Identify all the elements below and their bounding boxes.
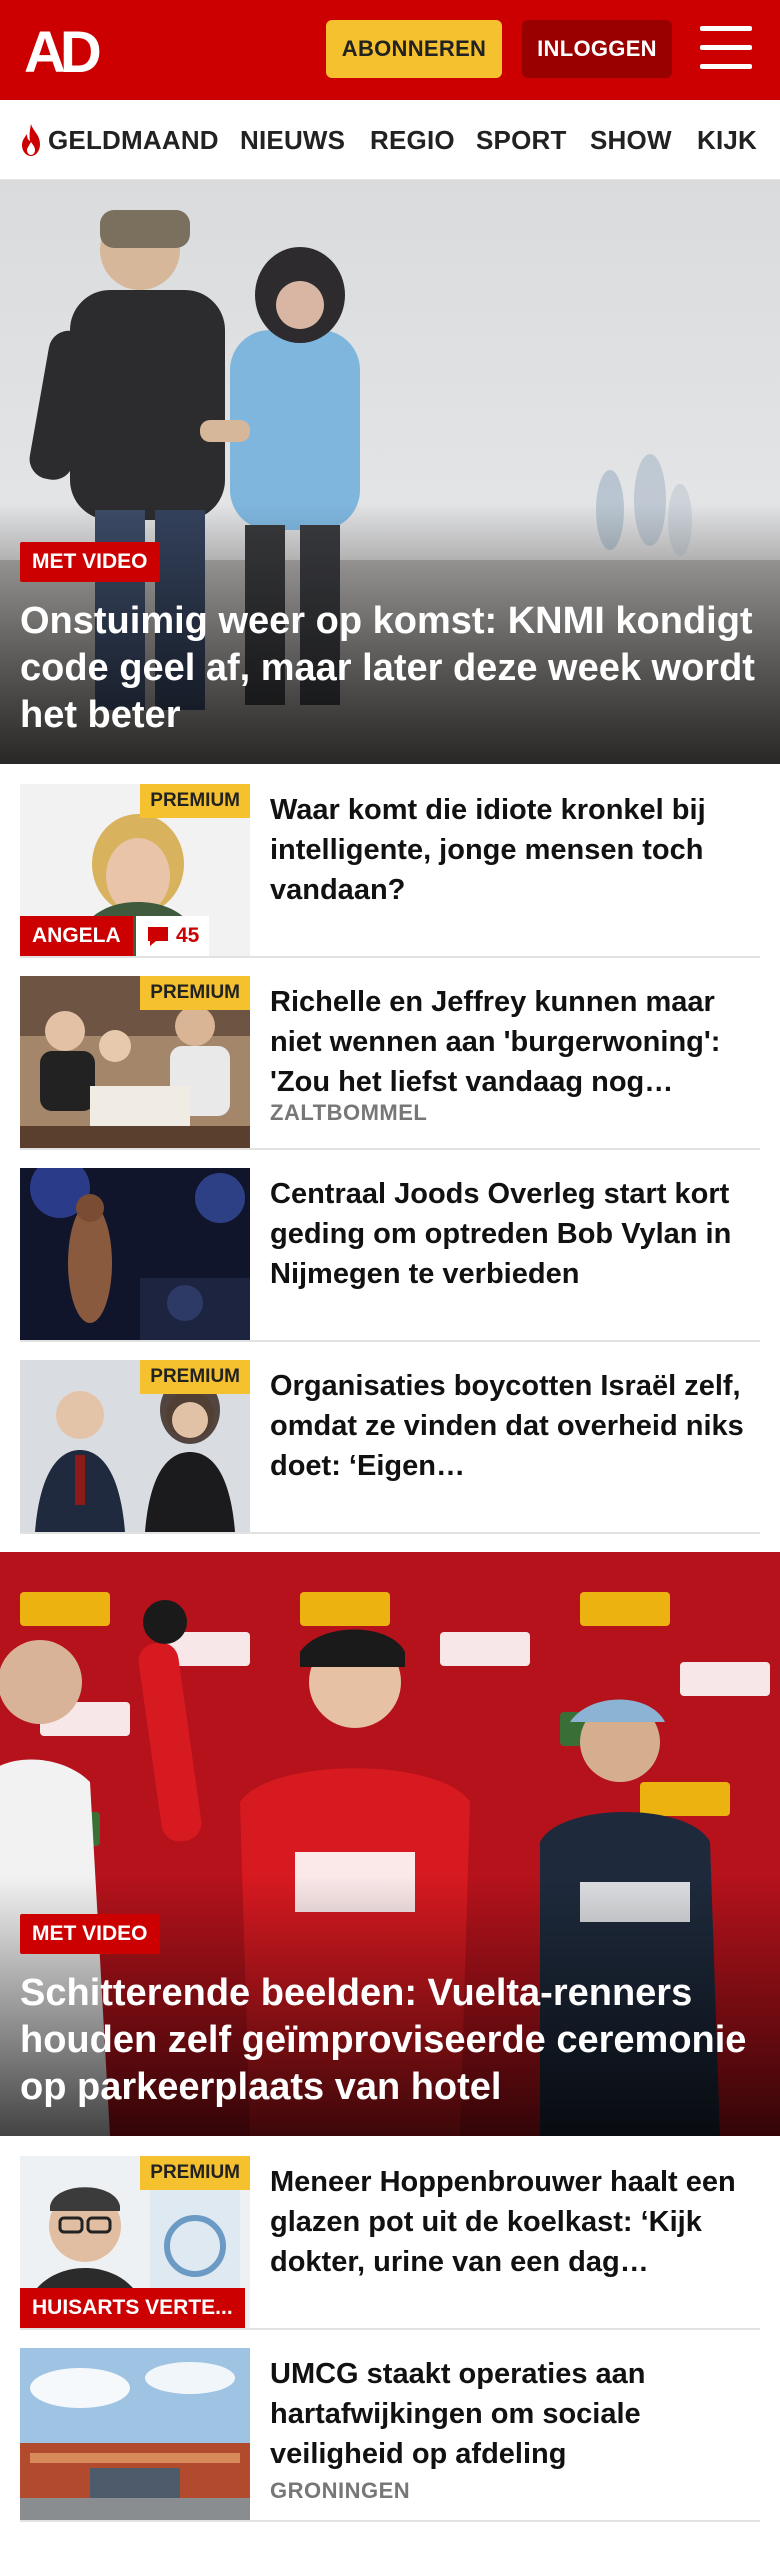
article-title[interactable]: Waar komt die idiote kronkel bij intelli…	[270, 790, 750, 910]
comment-bubble-icon	[148, 927, 168, 946]
subscribe-button[interactable]: ABONNEREN	[326, 20, 502, 78]
list-item[interactable]: Centraal Joods Overleg start kort geding…	[20, 1168, 760, 1342]
nav-item-regio[interactable]: REGIO	[370, 100, 455, 179]
premium-badge: PREMIUM	[140, 2156, 250, 2190]
nav-item-geldmaand[interactable]: GELDMAAND	[18, 100, 219, 179]
article-thumbnail: PREMIUM HUISARTS VERTE...	[20, 2156, 250, 2328]
list-item[interactable]: PREMIUM ANGELA 45 Waar komt die idiote k…	[20, 784, 760, 958]
top-header: AD ABONNEREN INLOGGEN	[0, 0, 780, 100]
series-tag: HUISARTS VERTE...	[20, 2288, 245, 2328]
hero-article-weather[interactable]: MET VIDEO Onstuimig weer op komst: KNMI …	[0, 180, 780, 764]
hero-title[interactable]: Schitterende beelden: Vuelta-renners hou…	[20, 1970, 760, 2111]
ad-logo[interactable]: AD	[24, 22, 116, 78]
article-thumbnail: PREMIUM ANGELA 45	[20, 784, 250, 956]
premium-badge: PREMIUM	[140, 1360, 250, 1394]
columnist-tag: ANGELA	[20, 916, 133, 956]
flame-icon	[22, 124, 40, 156]
list-item[interactable]: PREMIUM Richelle en Jeffrey kunnen maar …	[20, 976, 760, 1150]
video-badge: MET VIDEO	[20, 1914, 160, 1954]
article-title[interactable]: Richelle en Jeffrey kunnen maar niet wen…	[270, 982, 750, 1102]
nav-item-sport[interactable]: SPORT	[476, 100, 567, 179]
article-thumbnail	[20, 2348, 250, 2520]
nav-label: GELDMAAND	[48, 124, 219, 155]
hero-title[interactable]: Onstuimig weer op komst: KNMI kondigt co…	[20, 598, 760, 739]
hospital-building-photo	[20, 2348, 250, 2520]
hero-article-vuelta[interactable]: MET VIDEO Schitterende beelden: Vuelta-r…	[0, 1552, 780, 2136]
nav-item-nieuws[interactable]: NIEUWS	[240, 100, 345, 179]
video-badge: MET VIDEO	[20, 542, 160, 582]
article-location: GRONINGEN	[270, 2478, 411, 2503]
premium-badge: PREMIUM	[140, 976, 250, 1010]
article-location: ZALTBOMMEL	[270, 1100, 428, 1125]
article-title[interactable]: Organisaties boycotten Israël zelf, omda…	[270, 1366, 750, 1486]
article-title[interactable]: UMCG staakt operaties aan hartafwijkinge…	[270, 2354, 750, 2474]
article-thumbnail: PREMIUM	[20, 1360, 250, 1532]
article-thumbnail: PREMIUM	[20, 976, 250, 1148]
article-title[interactable]: Meneer Hoppenbrouwer haalt een glazen po…	[270, 2162, 750, 2282]
article-thumbnail	[20, 1168, 250, 1340]
list-item[interactable]: PREMIUM HUISARTS VERTE... Meneer Hoppenb…	[20, 2156, 760, 2330]
list-item[interactable]: PREMIUM Organisaties boycotten Israël ze…	[20, 1360, 760, 1534]
concert-photo	[20, 1168, 250, 1340]
comment-count[interactable]: 45	[136, 916, 210, 956]
login-button[interactable]: INLOGGEN	[522, 20, 672, 78]
svg-text:AD: AD	[24, 22, 100, 78]
premium-badge: PREMIUM	[140, 784, 250, 818]
list-item[interactable]: UMCG staakt operaties aan hartafwijkinge…	[20, 2348, 760, 2522]
article-title[interactable]: Centraal Joods Overleg start kort geding…	[270, 1174, 750, 1294]
nav-item-show[interactable]: SHOW	[590, 100, 672, 179]
comment-count-value: 45	[176, 924, 200, 947]
nav-item-kijk[interactable]: KIJK	[697, 100, 757, 179]
hamburger-menu-icon[interactable]	[700, 26, 752, 70]
section-nav: GELDMAAND NIEUWS REGIO SPORT SHOW KIJK	[0, 100, 780, 180]
